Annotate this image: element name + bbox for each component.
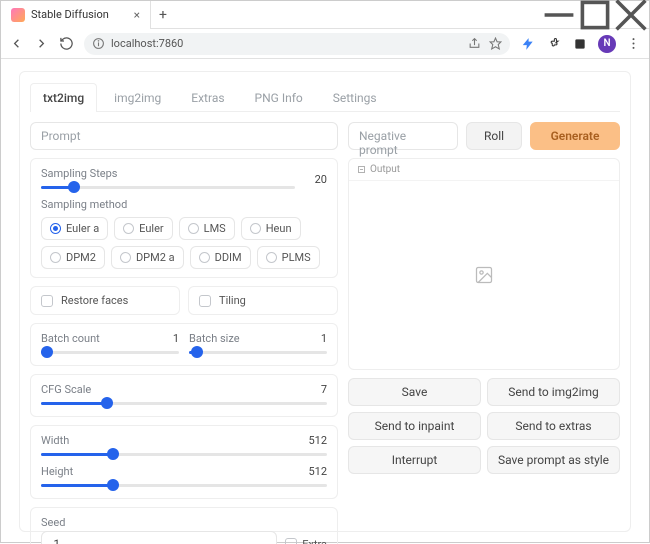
tab-title: Stable Diffusion <box>31 8 128 21</box>
batch-size-label: Batch size <box>189 332 240 345</box>
maximize-button[interactable] <box>577 1 613 29</box>
seed-input[interactable] <box>41 531 277 544</box>
menu-button[interactable] <box>626 36 641 51</box>
new-tab-button[interactable]: + <box>151 7 175 23</box>
sampling-method-group: Euler a Euler LMS Heun DPM2 DPM2 a DDIM … <box>41 217 327 269</box>
generate-button[interactable]: Generate <box>530 122 620 150</box>
send-img2img-button[interactable]: Send to img2img <box>487 378 620 406</box>
browser-toolbar: localhost:7860 N <box>1 29 649 59</box>
radio-euler-a[interactable]: Euler a <box>41 217 108 240</box>
roll-button[interactable]: Roll <box>466 122 522 150</box>
minimize-button[interactable] <box>541 1 577 29</box>
checkbox-icon <box>41 295 53 307</box>
tab-img2img[interactable]: img2img <box>101 83 174 112</box>
left-column: Prompt Sampling Steps 20 <box>30 122 338 544</box>
browser-tab[interactable]: Stable Diffusion × <box>1 1 151 29</box>
cfg-slider[interactable] <box>41 398 327 408</box>
close-button[interactable] <box>613 1 649 29</box>
radio-lms[interactable]: LMS <box>179 217 235 240</box>
url-text: localhost:7860 <box>111 37 183 50</box>
send-extras-button[interactable]: Send to extras <box>487 412 620 440</box>
width-value: 512 <box>301 434 327 449</box>
app-tabs: txt2img img2img Extras PNG Info Settings <box>30 78 620 112</box>
prompt-input[interactable]: Prompt <box>30 122 338 150</box>
close-tab-icon[interactable]: × <box>134 8 140 22</box>
cfg-card: CFG Scale 7 <box>30 374 338 417</box>
output-card: Output <box>348 158 620 370</box>
batch-size-slider[interactable] <box>189 347 327 357</box>
batch-count-slider[interactable] <box>41 347 179 357</box>
image-placeholder-icon <box>474 265 494 285</box>
sampling-steps-label: Sampling Steps <box>41 167 295 180</box>
height-value: 512 <box>301 465 327 480</box>
radio-dpm2a[interactable]: DPM2 a <box>111 246 184 269</box>
window-titlebar: Stable Diffusion × + <box>1 1 649 29</box>
address-bar[interactable]: localhost:7860 <box>84 33 510 55</box>
dimensions-card: Width 512 Height 512 <box>30 425 338 499</box>
reading-list-icon[interactable] <box>572 36 588 52</box>
seed-card: Seed Extra <box>30 507 338 544</box>
seed-label: Seed <box>41 516 327 529</box>
avatar-initial: N <box>603 38 610 49</box>
send-inpaint-button[interactable]: Send to inpaint <box>348 412 481 440</box>
width-slider[interactable] <box>41 449 327 459</box>
sampling-method-label: Sampling method <box>41 198 327 211</box>
output-collapse-icon[interactable] <box>357 165 366 174</box>
save-style-button[interactable]: Save prompt as style <box>487 446 620 474</box>
checkbox-icon <box>199 295 211 307</box>
main-panel: txt2img img2img Extras PNG Info Settings… <box>19 71 631 532</box>
action-buttons: Save Send to img2img Send to inpaint Sen… <box>348 378 620 474</box>
share-icon[interactable] <box>468 37 481 50</box>
tiling-toggle[interactable]: Tiling <box>188 286 338 315</box>
negative-prompt-input[interactable]: Negative prompt <box>348 122 458 150</box>
save-button[interactable]: Save <box>348 378 481 406</box>
favicon-icon <box>11 8 25 22</box>
window-controls <box>541 1 649 29</box>
interrupt-button[interactable]: Interrupt <box>348 446 481 474</box>
output-label: Output <box>370 164 400 175</box>
width-label: Width <box>41 434 69 447</box>
tab-pnginfo[interactable]: PNG Info <box>242 83 316 112</box>
sampling-steps-value: 20 <box>301 173 327 186</box>
back-button[interactable] <box>9 36 24 51</box>
reload-button[interactable] <box>59 36 74 51</box>
restore-faces-toggle[interactable]: Restore faces <box>30 286 180 315</box>
extension-icon-1[interactable] <box>520 36 536 52</box>
seed-extra-toggle[interactable]: Extra <box>285 538 327 544</box>
radio-euler[interactable]: Euler <box>114 217 172 240</box>
page-content: txt2img img2img Extras PNG Info Settings… <box>1 59 649 544</box>
tab-extras[interactable]: Extras <box>178 83 237 112</box>
profile-avatar[interactable]: N <box>598 35 616 53</box>
cfg-label: CFG Scale <box>41 383 91 396</box>
extension-icon-2[interactable] <box>546 36 562 52</box>
right-column: Negative prompt Roll Generate Output Sav… <box>348 122 620 544</box>
info-icon <box>92 37 105 50</box>
tab-txt2img[interactable]: txt2img <box>30 83 97 112</box>
batch-size-value: 1 <box>301 332 327 347</box>
batch-count-value: 1 <box>153 332 179 347</box>
radio-ddim[interactable]: DDIM <box>190 246 251 269</box>
radio-heun[interactable]: Heun <box>241 217 301 240</box>
forward-button[interactable] <box>34 36 49 51</box>
checkbox-icon <box>285 538 297 544</box>
cfg-value: 7 <box>301 383 327 398</box>
height-slider[interactable] <box>41 480 327 490</box>
radio-plms[interactable]: PLMS <box>257 246 320 269</box>
sampling-steps-slider[interactable] <box>41 182 295 192</box>
output-placeholder <box>349 181 619 369</box>
batch-count-label: Batch count <box>41 332 100 345</box>
tab-settings[interactable]: Settings <box>320 83 390 112</box>
radio-dpm2[interactable]: DPM2 <box>41 246 105 269</box>
height-label: Height <box>41 465 73 478</box>
star-icon[interactable] <box>489 37 502 50</box>
sampling-card: Sampling Steps 20 Sampling method Euler … <box>30 158 338 278</box>
batch-card: Batch count 1 Batch size 1 <box>30 323 338 366</box>
